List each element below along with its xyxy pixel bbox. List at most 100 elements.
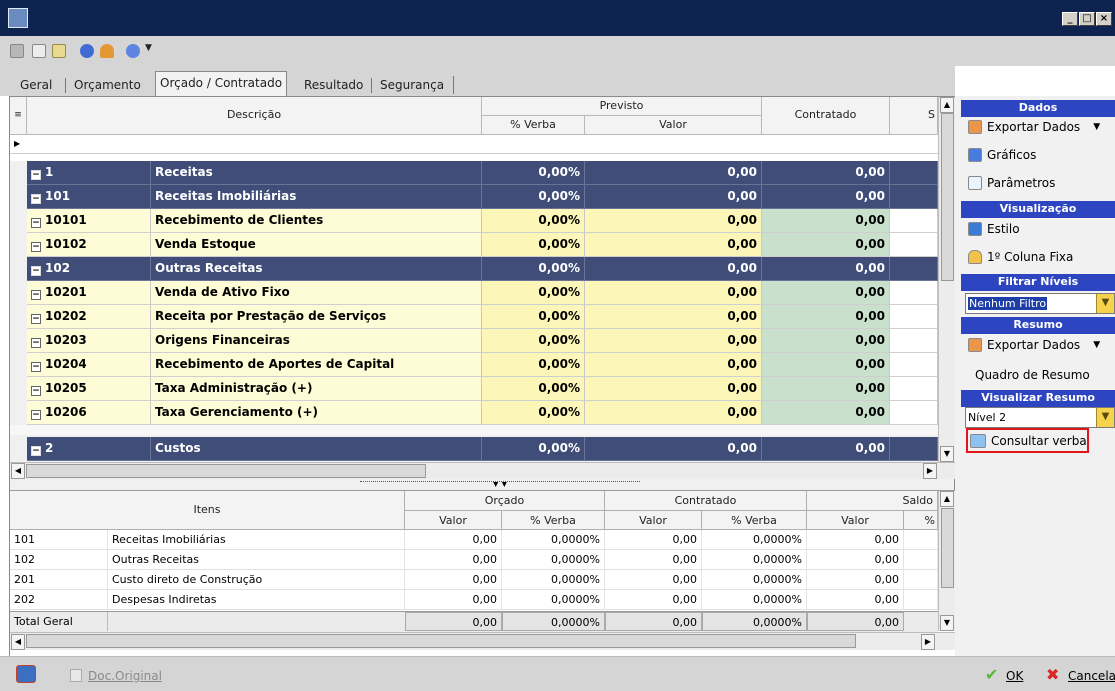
summary-vertical-scrollbar[interactable]: ▲ ▼ (938, 491, 955, 631)
splitter-handle[interactable]: ▼ ▼ (360, 481, 640, 489)
chevron-down-icon[interactable]: ▼ (1093, 122, 1100, 132)
grid-filter-row[interactable] (10, 135, 938, 154)
row-desc: Venda Estoque (151, 233, 482, 257)
cut-icon[interactable] (10, 44, 24, 58)
table-row[interactable]: −10205 Taxa Administração (+) 0,00% 0,00 0,0… (27, 377, 947, 401)
collapse-icon[interactable]: − (31, 290, 41, 300)
summary-header-saldo-valor[interactable]: Valor (807, 511, 904, 530)
consult-budget-button[interactable]: Consultar verba (966, 428, 1089, 453)
summary-scroll-down-icon[interactable]: ▼ (940, 615, 954, 631)
tab-geral[interactable]: Geral (16, 74, 56, 96)
doc-original-button[interactable]: Doc.Original (88, 669, 162, 683)
header-pct-verba[interactable]: % Verba (482, 116, 585, 135)
tab-orcamento[interactable]: Orçamento (70, 74, 145, 96)
summary-header-itens[interactable]: Itens (10, 491, 405, 530)
filter-icon[interactable]: ▼ (1096, 408, 1114, 427)
cancel-icon[interactable]: ✖ (1046, 665, 1059, 684)
summary-scroll-right-icon[interactable]: ▶ (921, 634, 935, 650)
table-row[interactable]: −10204 Recebimento de Aportes de Capital 0… (27, 353, 947, 377)
scroll-up-icon[interactable]: ▲ (940, 97, 954, 113)
collapse-icon[interactable]: − (31, 218, 41, 228)
fixed-column-button[interactable]: 1º Coluna Fixa (968, 250, 1073, 264)
summary-header-saldo-pct[interactable]: % (904, 511, 938, 530)
header-descricao[interactable]: Descrição (27, 97, 482, 135)
tab-seguranca[interactable]: Segurança (376, 74, 448, 96)
collapse-icon[interactable]: − (31, 242, 41, 252)
summary-scroll-up-icon[interactable]: ▲ (940, 491, 954, 507)
row-saldo (890, 257, 938, 281)
summary-scroll-thumb[interactable] (941, 508, 954, 588)
info-icon[interactable] (80, 44, 94, 58)
collapse-icon[interactable]: − (31, 338, 41, 348)
table-row[interactable]: −10102 Venda Estoque 0,00% 0,00 0,00 (27, 233, 947, 257)
collapse-icon[interactable]: − (31, 410, 41, 420)
table-row[interactable]: −1 Receitas 0,00% 0,00 0,00 (27, 161, 947, 185)
maximize-button[interactable]: □ (1079, 12, 1095, 26)
tab-orcado-contratado[interactable]: Orçado / Contratado (155, 71, 288, 96)
collapse-icon[interactable]: − (31, 386, 41, 396)
scroll-right-icon[interactable]: ▶ (923, 463, 937, 479)
header-saldo[interactable]: S (890, 97, 938, 135)
scroll-left-icon[interactable]: ◀ (11, 463, 25, 479)
consult-icon (970, 433, 986, 448)
check-icon[interactable]: ✔ (985, 665, 998, 684)
close-button[interactable]: × (1096, 12, 1112, 26)
scroll-thumb[interactable] (941, 113, 954, 281)
collapse-icon[interactable]: − (31, 170, 41, 180)
summary-level-select[interactable]: Nível 2 ▼ (965, 407, 1115, 428)
summary-scroll-thumb-horizontal[interactable] (26, 634, 856, 648)
table-row[interactable]: −10101 Recebimento de Clientes 0,00% 0,00 0,… (27, 209, 947, 233)
table-row[interactable]: −10206 Taxa Gerenciamento (+) 0,00% 0,00 0,0… (27, 401, 947, 425)
grid-vertical-scrollbar[interactable]: ▲ ▼ (938, 97, 955, 462)
summary-horizontal-scrollbar[interactable]: ◀ ▶ (10, 632, 955, 650)
row-code-cell: −10201 (27, 281, 151, 305)
tab-resultado[interactable]: Resultado (300, 74, 367, 96)
export-data-button-2[interactable]: Exportar Dados ▼ (968, 338, 1100, 352)
table-row[interactable]: −10203 Origens Financeiras 0,00% 0,00 0,00 (27, 329, 947, 353)
chevron-down-icon[interactable]: ▼ (145, 43, 152, 53)
main-content: ≡ Descrição Previsto % Verba Valor Contr… (9, 96, 955, 657)
table-row-custos[interactable]: −2 Custos 0,00% 0,00 0,00 (27, 437, 947, 461)
header-valor[interactable]: Valor (585, 116, 762, 135)
chevron-down-icon[interactable]: ▼ (1093, 340, 1100, 350)
table-row[interactable]: −102 Outras Receitas 0,00% 0,00 0,00 (27, 257, 947, 281)
filter-levels-select[interactable]: Nenhum Filtro ▼ (965, 293, 1115, 314)
summary-code: 201 (10, 570, 108, 590)
summary-header-contratado-pct[interactable]: % Verba (702, 511, 807, 530)
summary-saldo-pct (904, 550, 938, 570)
parameters-button[interactable]: Parâmetros (968, 176, 1055, 190)
user-icon[interactable] (100, 44, 114, 58)
grid-horizontal-scrollbar[interactable]: ◀ ▶ (10, 462, 955, 479)
summary-board-button[interactable]: Quadro de Resumo (975, 368, 1090, 382)
copy-icon[interactable] (32, 44, 46, 58)
collapse-icon[interactable]: − (31, 194, 41, 204)
export-data-button[interactable]: Exportar Dados ▼ (968, 120, 1100, 134)
table-row[interactable]: −10201 Venda de Ativo Fixo 0,00% 0,00 0,00 (27, 281, 947, 305)
grid-column-chooser-icon[interactable]: ≡ (10, 97, 27, 135)
summary-header-orcado-valor[interactable]: Valor (405, 511, 502, 530)
collapse-icon[interactable]: − (31, 266, 41, 276)
summary-scroll-left-icon[interactable]: ◀ (11, 634, 25, 650)
scroll-thumb-horizontal[interactable] (26, 464, 426, 478)
table-row[interactable]: −101 Receitas Imobiliárias 0,00% 0,00 0,00 (27, 185, 947, 209)
row-code-cell: −101 (27, 185, 151, 209)
help-icon[interactable] (126, 44, 140, 58)
minimize-button[interactable]: _ (1062, 12, 1078, 26)
row-pct: 0,00% (482, 233, 585, 257)
cancel-button[interactable]: Cancela (1068, 669, 1115, 683)
style-button[interactable]: Estilo (968, 222, 1020, 236)
header-contratado[interactable]: Contratado (762, 97, 890, 135)
filter-icon[interactable]: ▼ (1096, 294, 1114, 313)
summary-header-contratado-valor[interactable]: Valor (605, 511, 702, 530)
paste-icon[interactable] (52, 44, 66, 58)
table-row[interactable]: −10202 Receita por Prestação de Serviços 0… (27, 305, 947, 329)
scroll-down-icon[interactable]: ▼ (940, 446, 954, 462)
collapse-icon[interactable]: − (31, 362, 41, 372)
ok-button[interactable]: OK (1006, 669, 1023, 683)
collapse-icon[interactable]: − (31, 446, 41, 456)
row-pct: 0,00% (482, 305, 585, 329)
collapse-icon[interactable]: − (31, 314, 41, 324)
summary-header-orcado-pct[interactable]: % Verba (502, 511, 605, 530)
row-code: 10203 (45, 333, 87, 347)
charts-button[interactable]: Gráficos (968, 148, 1036, 162)
